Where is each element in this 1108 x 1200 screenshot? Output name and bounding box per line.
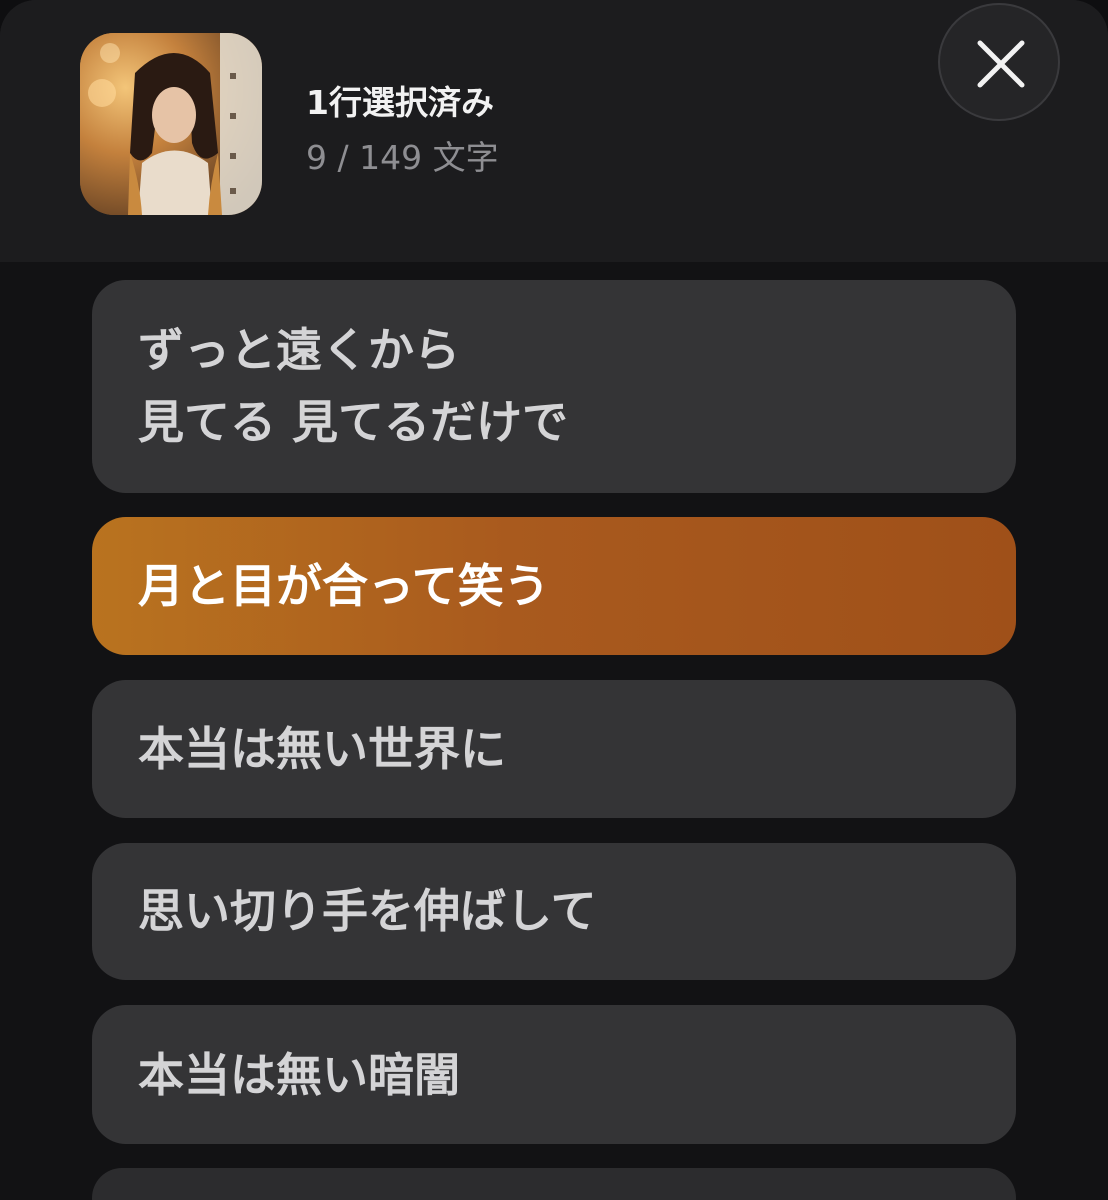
lyric-line: 本当は無い暗闇 [138, 1048, 460, 1102]
close-button[interactable] [938, 3, 1060, 121]
lyric-line: 思い切り手を伸ばして [138, 884, 597, 938]
lyric-line: 月と目が合って笑う [138, 559, 550, 613]
lyric-line: 本当は無い世界に [138, 722, 506, 776]
lyrics-list: ずっと遠くから 見てる 見てるだけで 月と目が合って笑う 本当は無い世界に 思い… [0, 262, 1108, 1200]
lyric-row[interactable]: ずっと遠くから 見てる 見てるだけで [92, 280, 1016, 493]
album-artwork [80, 33, 262, 215]
share-lyrics-sheet: 1行選択済み 9 / 149 文字 ずっと遠くから 見てる 見てるだけで 月と目… [0, 0, 1108, 1200]
lyric-row-selected[interactable]: 月と目が合って笑う [92, 517, 1016, 655]
lyric-row-partial[interactable] [92, 1168, 1016, 1200]
character-count: 9 / 149 文字 [306, 138, 499, 177]
lyric-row[interactable]: 本当は無い世界に [92, 680, 1016, 818]
artwork-image [80, 33, 262, 215]
lyric-row[interactable]: 本当は無い暗闇 [92, 1005, 1016, 1144]
lyric-line: ずっと遠くから [138, 323, 460, 377]
selection-title: 1行選択済み [306, 83, 494, 122]
sheet-header: 1行選択済み 9 / 149 文字 [0, 0, 1108, 262]
close-icon [977, 40, 1025, 88]
lyric-line: 見てる 見てるだけで [138, 395, 569, 449]
lyric-row[interactable]: 思い切り手を伸ばして [92, 843, 1016, 980]
